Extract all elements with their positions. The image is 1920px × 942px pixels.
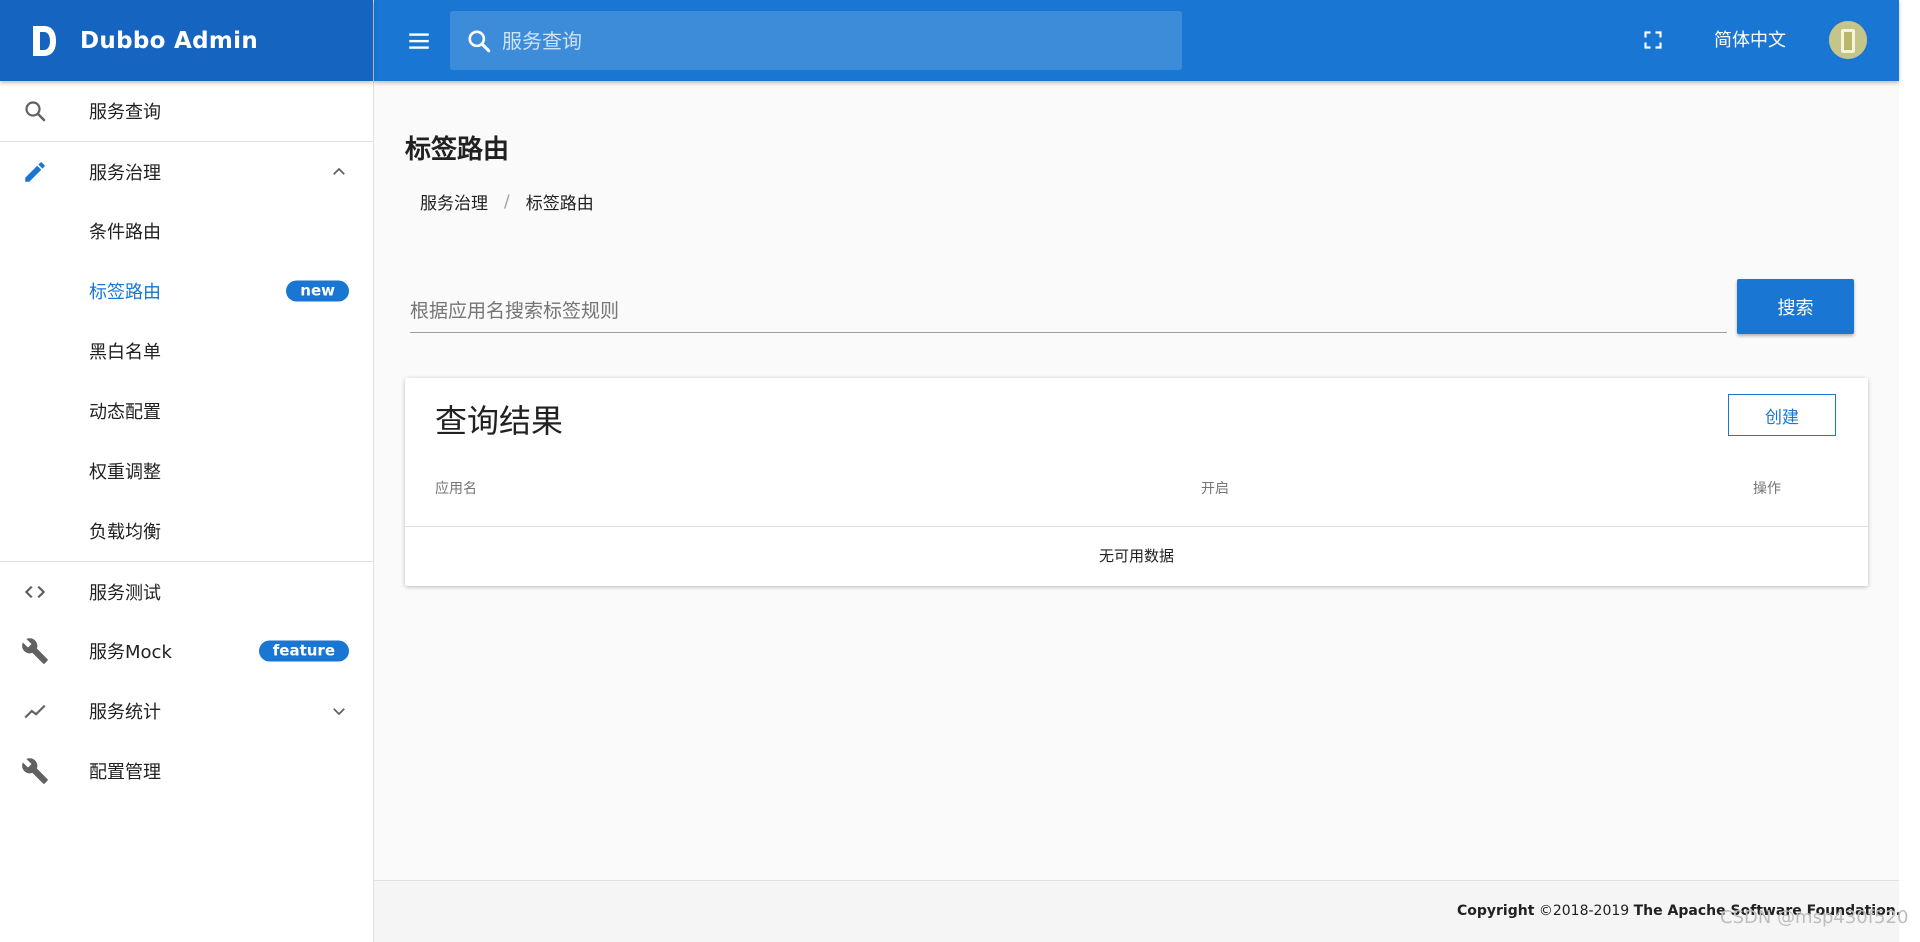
app-title: Dubbo Admin <box>80 27 258 54</box>
chevron-down-icon[interactable] <box>329 701 349 721</box>
breadcrumb: 服务治理 / 标签路由 <box>420 189 594 215</box>
sidebar-item-load-balance[interactable]: 负载均衡 <box>0 501 373 561</box>
column-header-actions: 操作 <box>1753 481 1781 497</box>
sidebar-item-label: 黑白名单 <box>89 342 161 363</box>
brand-bar: Dubbo Admin <box>0 0 373 81</box>
sidebar-item-config-management[interactable]: 配置管理 <box>0 741 373 801</box>
sidebar-item-weight-adjust[interactable]: 权重调整 <box>0 441 373 501</box>
search-button[interactable]: 搜索 <box>1737 279 1854 334</box>
sidebar-item-label: 权重调整 <box>89 462 161 483</box>
chevron-up-icon[interactable] <box>329 162 349 182</box>
sidebar-item-tag-route[interactable]: 标签路由 new <box>0 261 373 321</box>
wrench-icon <box>21 637 49 665</box>
sidebar-item-label: 标签路由 <box>89 282 161 303</box>
copyright-years: ©2018-2019 <box>1538 903 1630 919</box>
tag-rule-search-field <box>410 289 1727 333</box>
sidebar-item-service-stats[interactable]: 服务统计 <box>0 681 373 741</box>
pencil-icon <box>21 158 49 186</box>
sidebar-item-label: 服务测试 <box>89 582 161 604</box>
sidebar-item-label: 服务查询 <box>89 102 161 123</box>
sidebar-item-label: 服务Mock <box>89 642 172 663</box>
column-header-enabled[interactable]: 开启 <box>1201 478 1229 498</box>
sidebar-item-label: 服务治理 <box>89 162 161 184</box>
code-icon <box>21 578 49 606</box>
feature-badge: feature <box>258 640 349 662</box>
avatar[interactable] <box>1829 21 1867 59</box>
sidebar-item-service-search[interactable]: 服务查询 <box>0 81 373 141</box>
results-card: 查询结果 创建 应用名 开启 操作 无可用数据 <box>405 378 1868 586</box>
dubbo-logo-icon <box>29 24 59 58</box>
watermark: CSDN @msp430f520 <box>1720 907 1909 928</box>
sidebar-item-label: 服务统计 <box>89 702 161 723</box>
sidebar: Dubbo Admin 服务查询 服务治理 条件路由 标签路由 new 黑白名单 <box>0 0 374 942</box>
main-content: 标签路由 服务治理 / 标签路由 搜索 查询结果 创建 应用名 开启 操作 无可… <box>374 81 1899 880</box>
top-bar: 简体中文 <box>374 0 1899 81</box>
sidebar-item-dynamic-config[interactable]: 动态配置 <box>0 381 373 441</box>
trending-icon <box>21 697 49 725</box>
search-icon <box>21 97 49 125</box>
global-search-input[interactable] <box>500 27 1154 54</box>
sidebar-item-label: 动态配置 <box>89 402 161 423</box>
fullscreen-icon[interactable] <box>1642 29 1664 51</box>
search-icon <box>466 28 492 54</box>
sidebar-item-label: 配置管理 <box>89 762 161 783</box>
page-title: 标签路由 <box>405 135 510 165</box>
sidebar-item-label: 条件路由 <box>89 222 161 243</box>
breadcrumb-item[interactable]: 服务治理 <box>420 189 488 214</box>
column-header-app-name[interactable]: 应用名 <box>435 478 477 498</box>
sidebar-item-access-control[interactable]: 黑白名单 <box>0 321 373 381</box>
tag-rule-search-input[interactable] <box>410 289 1727 332</box>
breadcrumb-separator: / <box>504 191 510 212</box>
footer: Copyright ©2018-2019 The Apache Software… <box>374 880 1901 942</box>
results-title: 查询结果 <box>435 402 564 440</box>
copyright-label: Copyright <box>1456 903 1535 919</box>
sidebar-item-service-mock[interactable]: 服务Mock feature <box>0 621 373 681</box>
create-button[interactable]: 创建 <box>1728 394 1836 436</box>
sidebar-item-condition-route[interactable]: 条件路由 <box>0 201 373 261</box>
empty-state: 无可用数据 <box>1098 547 1174 565</box>
new-badge: new <box>286 280 349 302</box>
sidebar-item-label: 负载均衡 <box>89 522 161 543</box>
wrench-icon <box>21 757 49 785</box>
language-selector[interactable]: 简体中文 <box>1714 0 1786 81</box>
menu-icon[interactable] <box>406 28 432 54</box>
sidebar-item-service-governance[interactable]: 服务治理 <box>0 141 373 201</box>
sidebar-nav: 服务查询 服务治理 条件路由 标签路由 new 黑白名单 动态配置 权重调整 负… <box>0 81 373 801</box>
global-search <box>450 11 1182 70</box>
sidebar-item-service-test[interactable]: 服务测试 <box>0 561 373 621</box>
breadcrumb-item-current: 标签路由 <box>525 194 594 214</box>
